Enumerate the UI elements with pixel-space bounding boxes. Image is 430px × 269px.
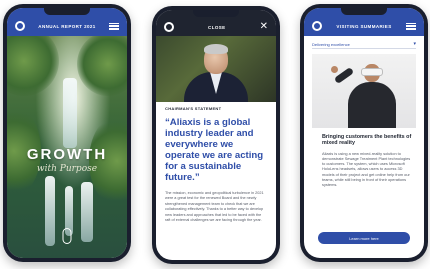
nav-title: VISITING SUMMARIES <box>336 23 392 29</box>
nav-title: ANNUAL REPORT 2021 <box>38 23 96 29</box>
waterfall-hero-image: GROWTH with Purpose <box>7 26 127 258</box>
aliaxis-logo-icon[interactable] <box>312 21 322 31</box>
phone-mixed-reality: VISITING SUMMARIES Delivering excellence… <box>300 4 428 262</box>
phone-cover: ANNUAL REPORT 2021 GROWTH with Purpose <box>3 4 131 262</box>
hero-subtitle: with Purpose <box>36 164 98 174</box>
learn-more-button[interactable]: Learn more here <box>318 232 410 244</box>
section-subheader[interactable]: Delivering excellence ▾ <box>312 40 416 49</box>
statement-body: The mission, economic and geopolitical t… <box>165 191 264 223</box>
phone-screen: CLOSE ✕ CHAIRMAN'S STATEMENT “Aliaxis is… <box>156 10 276 260</box>
pull-quote: “Aliaxis is a global industry leader and… <box>165 117 264 183</box>
card-title: Bringing customers the benefits of mixed… <box>322 134 412 147</box>
nav-title: CLOSE <box>208 24 226 30</box>
story-card: Bringing customers the benefits of mixed… <box>322 134 414 187</box>
phone-notch <box>341 8 387 15</box>
chairman-portrait-image <box>156 36 276 102</box>
phone-statement: CLOSE ✕ CHAIRMAN'S STATEMENT “Aliaxis is… <box>152 6 280 264</box>
phone-notch <box>193 10 239 17</box>
hamburger-menu-icon[interactable] <box>108 22 119 30</box>
close-icon[interactable]: ✕ <box>260 22 268 32</box>
card-body: Aliaxis is using a new mixed-reality sol… <box>322 150 411 188</box>
aliaxis-logo-icon[interactable] <box>15 21 25 31</box>
hamburger-menu-icon[interactable] <box>406 22 416 30</box>
hero-title: GROWTH <box>26 146 108 163</box>
aliaxis-logo-icon[interactable] <box>164 22 174 32</box>
subheader-label: Delivering excellence <box>312 41 350 47</box>
vr-headset-image <box>312 54 416 128</box>
scroll-down-icon[interactable] <box>62 228 72 244</box>
chevron-down-icon: ▾ <box>413 41 416 47</box>
statement-section: CHAIRMAN'S STATEMENT “Aliaxis is a globa… <box>165 106 267 223</box>
section-kicker: CHAIRMAN'S STATEMENT <box>165 106 222 111</box>
phone-notch <box>44 8 90 15</box>
phone-screen: ANNUAL REPORT 2021 GROWTH with Purpose <box>7 8 127 258</box>
phone-screen: VISITING SUMMARIES Delivering excellence… <box>304 8 424 258</box>
